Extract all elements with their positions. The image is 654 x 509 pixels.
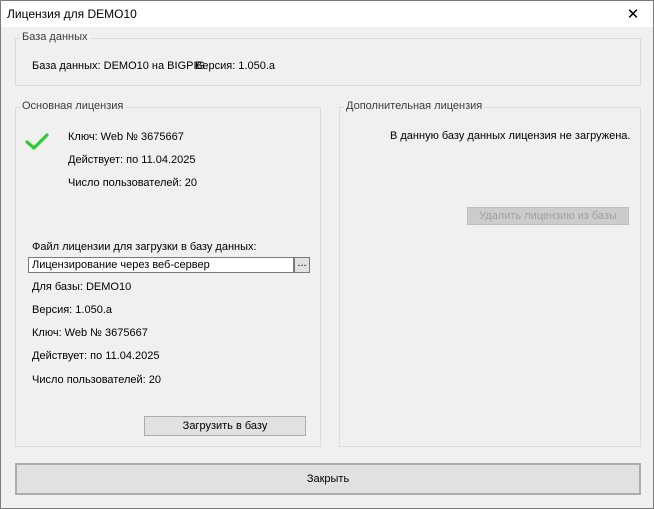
close-window-button[interactable]: ✕: [613, 1, 653, 27]
database-group-title: База данных: [20, 31, 90, 43]
license-valid-until: Действует: по 11.04.2025: [68, 154, 196, 166]
main-license-title: Основная лицензия: [20, 100, 126, 112]
license-dialog: Лицензия для DEMO10 ✕ База данных База д…: [0, 0, 654, 509]
database-info: База данных: DEMO10 на BIGPIG: [32, 60, 206, 72]
extra-license-group: Дополнительная лицензия: [339, 100, 641, 447]
check-icon: [25, 133, 49, 150]
close-button[interactable]: Закрыть: [15, 463, 641, 495]
browse-button[interactable]: ...: [294, 257, 310, 273]
extra-license-title: Дополнительная лицензия: [344, 100, 485, 112]
window-title: Лицензия для DEMO10: [7, 7, 137, 21]
license-users: Число пользователей: 20: [68, 177, 198, 189]
file-valid-until: Действует: по 11.04.2025: [32, 350, 160, 362]
database-group: База данных База данных: DEMO10 на BIGPI…: [15, 31, 641, 86]
license-file-label: Файл лицензии для загрузки в базу данных…: [32, 241, 257, 253]
license-file-field[interactable]: Лицензирование через веб-сервер: [28, 257, 294, 273]
load-to-database-button[interactable]: Загрузить в базу: [144, 416, 306, 436]
file-version: Версия: 1.050.a: [32, 304, 112, 316]
title-bar: Лицензия для DEMO10 ✕: [1, 1, 653, 27]
delete-license-button[interactable]: Удалить лицензию из базы: [467, 207, 629, 225]
database-version: Версия: 1.050.a: [195, 60, 275, 72]
file-users: Число пользователей: 20: [32, 374, 162, 386]
license-key: Ключ: Web № 3675667: [68, 131, 184, 143]
close-icon: ✕: [626, 6, 640, 23]
file-db: Для базы: DEMO10: [32, 281, 132, 293]
file-key: Ключ: Web № 3675667: [32, 327, 148, 339]
extra-license-message: В данную базу данных лицензия не загруже…: [390, 130, 631, 142]
